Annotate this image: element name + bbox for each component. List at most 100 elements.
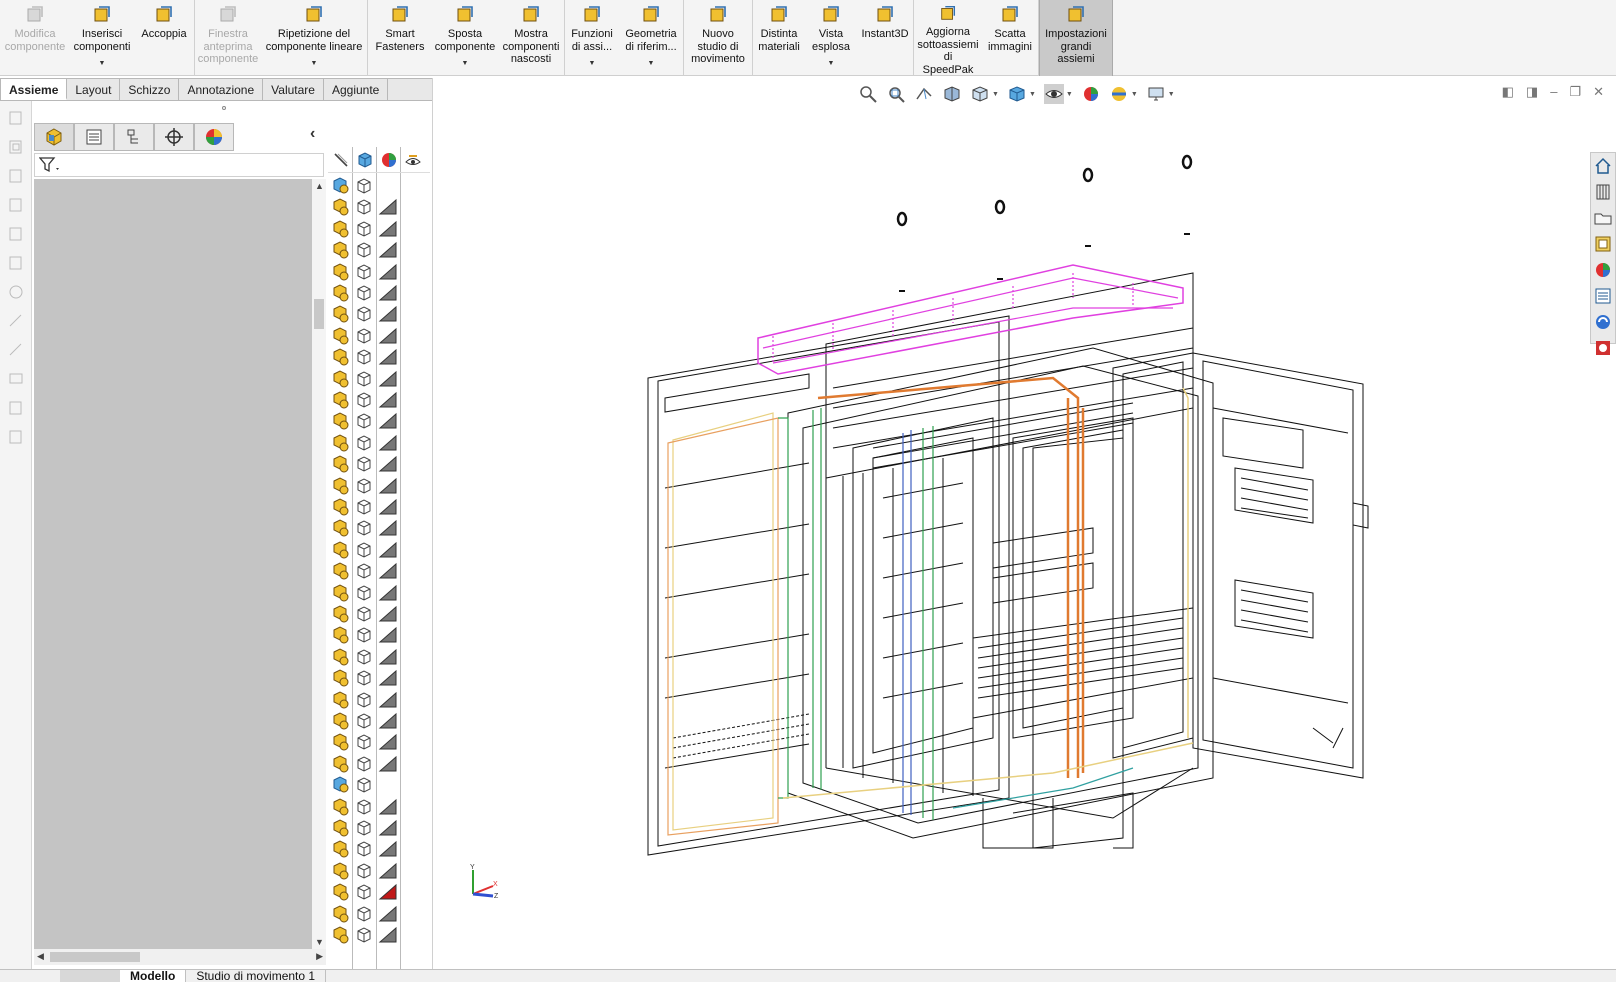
tree-horizontal-scrollbar[interactable]: ◀ ▶ <box>34 949 326 965</box>
display-mode-icon[interactable] <box>354 562 374 580</box>
ribbon-button-show-hidden[interactable]: Mostra componenti nascosti <box>498 0 564 76</box>
component-state-row[interactable] <box>328 453 430 475</box>
component-icon[interactable] <box>330 584 350 602</box>
appearance-state-icon[interactable] <box>378 733 398 751</box>
display-mode-icon[interactable] <box>354 691 374 709</box>
component-state-row[interactable] <box>328 646 430 668</box>
component-icon[interactable] <box>330 284 350 302</box>
appearance-state-icon[interactable] <box>378 798 398 816</box>
component-state-row[interactable] <box>328 410 430 432</box>
display-mode-icon[interactable] <box>354 519 374 537</box>
appearance-state-icon[interactable] <box>378 455 398 473</box>
display-mode-icon[interactable] <box>354 220 374 238</box>
component-state-row[interactable] <box>328 817 430 839</box>
ribbon-dropdown-arrow[interactable]: ▼ <box>648 58 655 71</box>
component-state-row[interactable] <box>328 753 430 775</box>
appearance-state-icon[interactable] <box>378 220 398 238</box>
display-mode-icon[interactable] <box>354 370 374 388</box>
tab-schizzo[interactable]: Schizzo <box>120 79 180 100</box>
display-mode-icon[interactable] <box>354 434 374 452</box>
appearance-state-icon[interactable] <box>378 862 398 880</box>
appearance-state-icon[interactable] <box>378 519 398 537</box>
appearance-state-icon[interactable] <box>378 883 398 901</box>
ribbon-button-mate[interactable]: Accoppia <box>134 0 194 76</box>
ribbon-button-reference-geometry[interactable]: Geometria di riferim... ▼ <box>619 0 683 76</box>
component-state-row[interactable] <box>328 303 430 325</box>
display-mode-icon[interactable] <box>354 862 374 880</box>
component-state-row[interactable] <box>328 389 430 411</box>
component-icon[interactable] <box>330 926 350 944</box>
panel-grip[interactable] <box>222 106 226 110</box>
header-display-mode-icon[interactable] <box>356 151 374 169</box>
component-state-row[interactable] <box>328 924 430 946</box>
component-icon[interactable] <box>330 883 350 901</box>
appearance-state-icon[interactable] <box>378 691 398 709</box>
tab-navigation-buttons[interactable] <box>60 970 120 982</box>
display-mode-icon[interactable] <box>354 198 374 216</box>
display-mode-icon[interactable] <box>354 755 374 773</box>
component-icon[interactable] <box>330 712 350 730</box>
tab-dimxpert[interactable] <box>154 123 194 151</box>
display-mode-icon[interactable] <box>354 477 374 495</box>
appearance-state-icon[interactable] <box>378 819 398 837</box>
component-state-row[interactable] <box>328 903 430 925</box>
component-state-row[interactable] <box>328 731 430 753</box>
part-rotate-icon[interactable] <box>7 283 25 301</box>
display-mode-icon[interactable] <box>354 926 374 944</box>
appearance-state-icon[interactable] <box>378 198 398 216</box>
component-state-row[interactable] <box>328 517 430 539</box>
component-state-row[interactable] <box>328 325 430 347</box>
tab-feature-tree[interactable] <box>34 123 74 151</box>
display-mode-icon[interactable] <box>354 712 374 730</box>
component-icon[interactable] <box>330 541 350 559</box>
appearance-state-icon[interactable] <box>378 669 398 687</box>
component-state-row[interactable] <box>328 881 430 903</box>
display-mode-icon[interactable] <box>354 455 374 473</box>
appearance-state-icon[interactable] <box>378 926 398 944</box>
component-icon[interactable] <box>330 434 350 452</box>
ribbon-button-large-assembly[interactable]: Impostazioni grandi assiemi <box>1039 0 1113 76</box>
component-icon[interactable] <box>330 177 350 195</box>
display-mode-icon[interactable] <box>354 305 374 323</box>
component-icon[interactable] <box>330 391 350 409</box>
component-icon[interactable] <box>330 220 350 238</box>
appearance-state-icon[interactable] <box>378 263 398 281</box>
appearance-state-icon[interactable] <box>378 584 398 602</box>
component-icon[interactable] <box>330 412 350 430</box>
appearance-state-icon[interactable] <box>378 305 398 323</box>
ribbon-dropdown-arrow[interactable]: ▼ <box>99 58 106 71</box>
ribbon-dropdown-arrow[interactable]: ▼ <box>828 58 835 71</box>
header-visibility-icon[interactable] <box>404 151 422 169</box>
appearance-state-icon[interactable] <box>378 284 398 302</box>
smart-dimension-icon[interactable] <box>7 341 25 359</box>
component-icon[interactable] <box>330 691 350 709</box>
ribbon-button-speedpak[interactable]: Aggiorna sottoassiemi di SpeedPak <box>914 0 982 76</box>
component-state-row[interactable] <box>328 475 430 497</box>
sketch-icon[interactable] <box>7 312 25 330</box>
feature-tree[interactable] <box>34 179 312 949</box>
tree-filter[interactable] <box>34 153 324 177</box>
display-mode-icon[interactable] <box>354 263 374 281</box>
appearance-state-icon[interactable] <box>378 648 398 666</box>
component-icon[interactable] <box>330 798 350 816</box>
ribbon-button-exploded-view[interactable]: Vista esplosa ▼ <box>805 0 857 76</box>
scroll-thumb[interactable] <box>314 299 324 329</box>
tab-aggiunte[interactable]: Aggiunte <box>324 79 389 100</box>
appearance-state-icon[interactable] <box>378 412 398 430</box>
replace-part-icon[interactable] <box>7 196 25 214</box>
part-options-icon[interactable] <box>7 225 25 243</box>
appearance-state-icon[interactable] <box>378 605 398 623</box>
component-icon[interactable] <box>330 477 350 495</box>
component-state-row[interactable] <box>328 860 430 882</box>
display-mode-icon[interactable] <box>354 626 374 644</box>
scroll-left-arrow[interactable]: ◀ <box>37 951 44 962</box>
tree-vertical-scrollbar[interactable]: ▲ ▼ <box>312 179 326 949</box>
ribbon-button-insert-components[interactable]: Inserisci componenti ▼ <box>70 0 134 76</box>
display-mode-icon[interactable] <box>354 584 374 602</box>
appearance-state-icon[interactable] <box>378 541 398 559</box>
display-mode-icon[interactable] <box>354 648 374 666</box>
appearance-state-icon[interactable] <box>378 348 398 366</box>
copy-part-icon[interactable] <box>7 138 25 156</box>
component-state-row[interactable] <box>328 689 430 711</box>
display-mode-icon[interactable] <box>354 776 374 794</box>
